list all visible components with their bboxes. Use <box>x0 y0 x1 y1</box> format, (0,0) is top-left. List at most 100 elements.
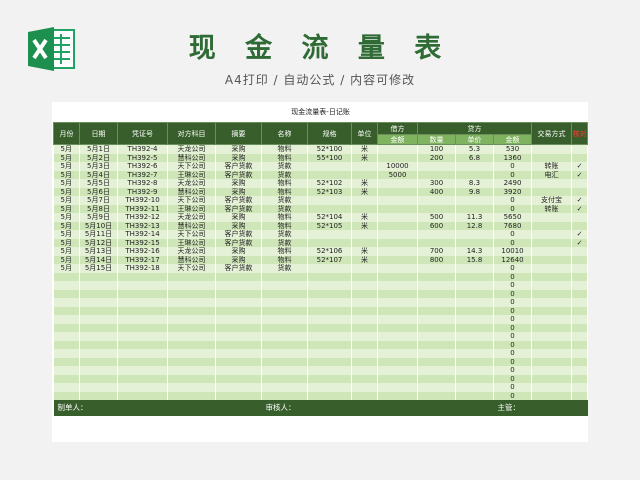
cell-summary[interactable] <box>215 391 262 400</box>
cell-voucher[interactable]: TH392-9 <box>117 187 168 196</box>
cell-trade[interactable]: 电汇 <box>531 170 572 179</box>
cell-voucher[interactable] <box>117 383 168 392</box>
cell-spec[interactable] <box>307 366 352 375</box>
cell-name[interactable] <box>261 349 308 358</box>
cell-unit[interactable] <box>351 357 378 366</box>
cell-date[interactable] <box>79 349 118 358</box>
cell-summary[interactable]: 采购 <box>215 144 262 154</box>
table-row[interactable]: 0 <box>53 298 589 307</box>
cell-spec[interactable]: 52*106 <box>307 247 352 256</box>
cell-account[interactable] <box>167 323 216 332</box>
table-row[interactable]: 5月 5月10日 TH392-13 慧科公司 采购 物料 52*105 米 600 12.8 768… <box>53 221 589 230</box>
cell-account[interactable] <box>167 383 216 392</box>
cell-trade[interactable] <box>531 221 572 230</box>
cell-price[interactable] <box>455 383 494 392</box>
cell-qty[interactable]: 100 <box>417 144 456 154</box>
cell-summary[interactable] <box>215 332 262 341</box>
cell-price[interactable] <box>455 170 494 179</box>
cell-voucher[interactable]: TH392-6 <box>117 162 168 171</box>
cell-account[interactable] <box>167 298 216 307</box>
cell-debit[interactable] <box>377 340 418 349</box>
cell-check[interactable] <box>571 374 589 383</box>
cell-debit[interactable] <box>377 374 418 383</box>
table-row[interactable]: 5月 5月4日 TH392-7 王琳公司 客户货款 货款 5000 0 电汇 ✓ <box>53 170 589 179</box>
cell-trade[interactable] <box>531 255 572 264</box>
cell-voucher[interactable] <box>117 340 168 349</box>
cell-check[interactable] <box>571 281 589 290</box>
cell-month[interactable] <box>53 306 80 315</box>
cell-amount[interactable]: 0 <box>493 204 532 213</box>
cell-month[interactable]: 5月 <box>53 221 80 230</box>
cell-price[interactable]: 14.3 <box>455 247 494 256</box>
cell-qty[interactable] <box>417 289 456 298</box>
cell-voucher[interactable]: TH392-8 <box>117 179 168 188</box>
cell-account[interactable]: 天下公司 <box>167 230 216 239</box>
cell-debit[interactable]: 5000 <box>377 170 418 179</box>
cell-month[interactable]: 5月 <box>53 170 80 179</box>
cell-name[interactable] <box>261 289 308 298</box>
cell-spec[interactable]: 52*105 <box>307 221 352 230</box>
cell-name[interactable]: 物料 <box>261 153 308 162</box>
cell-spec[interactable] <box>307 238 352 247</box>
cell-debit[interactable] <box>377 238 418 247</box>
cell-price[interactable] <box>455 196 494 205</box>
cell-name[interactable] <box>261 340 308 349</box>
cell-spec[interactable] <box>307 306 352 315</box>
cell-debit[interactable] <box>377 366 418 375</box>
cell-qty[interactable] <box>417 357 456 366</box>
cell-date[interactable] <box>79 383 118 392</box>
cell-unit[interactable] <box>351 391 378 400</box>
cell-name[interactable] <box>261 281 308 290</box>
cell-amount[interactable]: 0 <box>493 196 532 205</box>
cell-debit[interactable] <box>377 289 418 298</box>
cell-trade[interactable] <box>531 323 572 332</box>
cell-price[interactable]: 6.8 <box>455 153 494 162</box>
cell-check[interactable]: ✓ <box>571 238 589 247</box>
cell-month[interactable] <box>53 357 80 366</box>
cell-amount[interactable]: 0 <box>493 170 532 179</box>
cell-qty[interactable] <box>417 349 456 358</box>
cell-account[interactable]: 天龙公司 <box>167 179 216 188</box>
table-row[interactable]: 0 <box>53 357 589 366</box>
cell-trade[interactable] <box>531 281 572 290</box>
cell-name[interactable]: 物料 <box>261 221 308 230</box>
cell-check[interactable]: ✓ <box>571 196 589 205</box>
cell-check[interactable] <box>571 323 589 332</box>
cell-date[interactable] <box>79 289 118 298</box>
cell-name[interactable] <box>261 391 308 400</box>
cell-unit[interactable] <box>351 170 378 179</box>
cell-qty[interactable] <box>417 238 456 247</box>
cell-date[interactable]: 5月5日 <box>79 179 118 188</box>
cell-spec[interactable] <box>307 264 352 273</box>
cell-month[interactable] <box>53 272 80 281</box>
cell-unit[interactable] <box>351 340 378 349</box>
cell-qty[interactable]: 400 <box>417 187 456 196</box>
cell-month[interactable] <box>53 298 80 307</box>
cell-price[interactable] <box>455 340 494 349</box>
cell-summary[interactable] <box>215 281 262 290</box>
cell-voucher[interactable] <box>117 357 168 366</box>
cell-amount[interactable]: 3920 <box>493 187 532 196</box>
cell-date[interactable]: 5月13日 <box>79 247 118 256</box>
table-row[interactable]: 5月 5月11日 TH392-14 天下公司 客户货款 货款 0 ✓ <box>53 230 589 239</box>
cell-name[interactable]: 货款 <box>261 204 308 213</box>
cell-voucher[interactable]: TH392-18 <box>117 264 168 273</box>
cell-unit[interactable]: 米 <box>351 247 378 256</box>
cell-trade[interactable] <box>531 230 572 239</box>
cell-amount[interactable]: 0 <box>493 349 532 358</box>
cell-month[interactable]: 5月 <box>53 247 80 256</box>
cell-account[interactable] <box>167 289 216 298</box>
cell-check[interactable]: ✓ <box>571 170 589 179</box>
cell-check[interactable] <box>571 247 589 256</box>
cell-price[interactable]: 8.3 <box>455 179 494 188</box>
cell-unit[interactable]: 米 <box>351 213 378 222</box>
cell-qty[interactable] <box>417 383 456 392</box>
cell-price[interactable]: 9.8 <box>455 187 494 196</box>
cell-summary[interactable] <box>215 298 262 307</box>
cell-month[interactable] <box>53 323 80 332</box>
cell-trade[interactable] <box>531 289 572 298</box>
table-row[interactable]: 5月 5月9日 TH392-12 天龙公司 采购 物料 52*104 米 500 11.3 5650 <box>53 213 589 222</box>
cell-name[interactable] <box>261 298 308 307</box>
cell-summary[interactable]: 客户货款 <box>215 204 262 213</box>
cell-spec[interactable] <box>307 162 352 171</box>
